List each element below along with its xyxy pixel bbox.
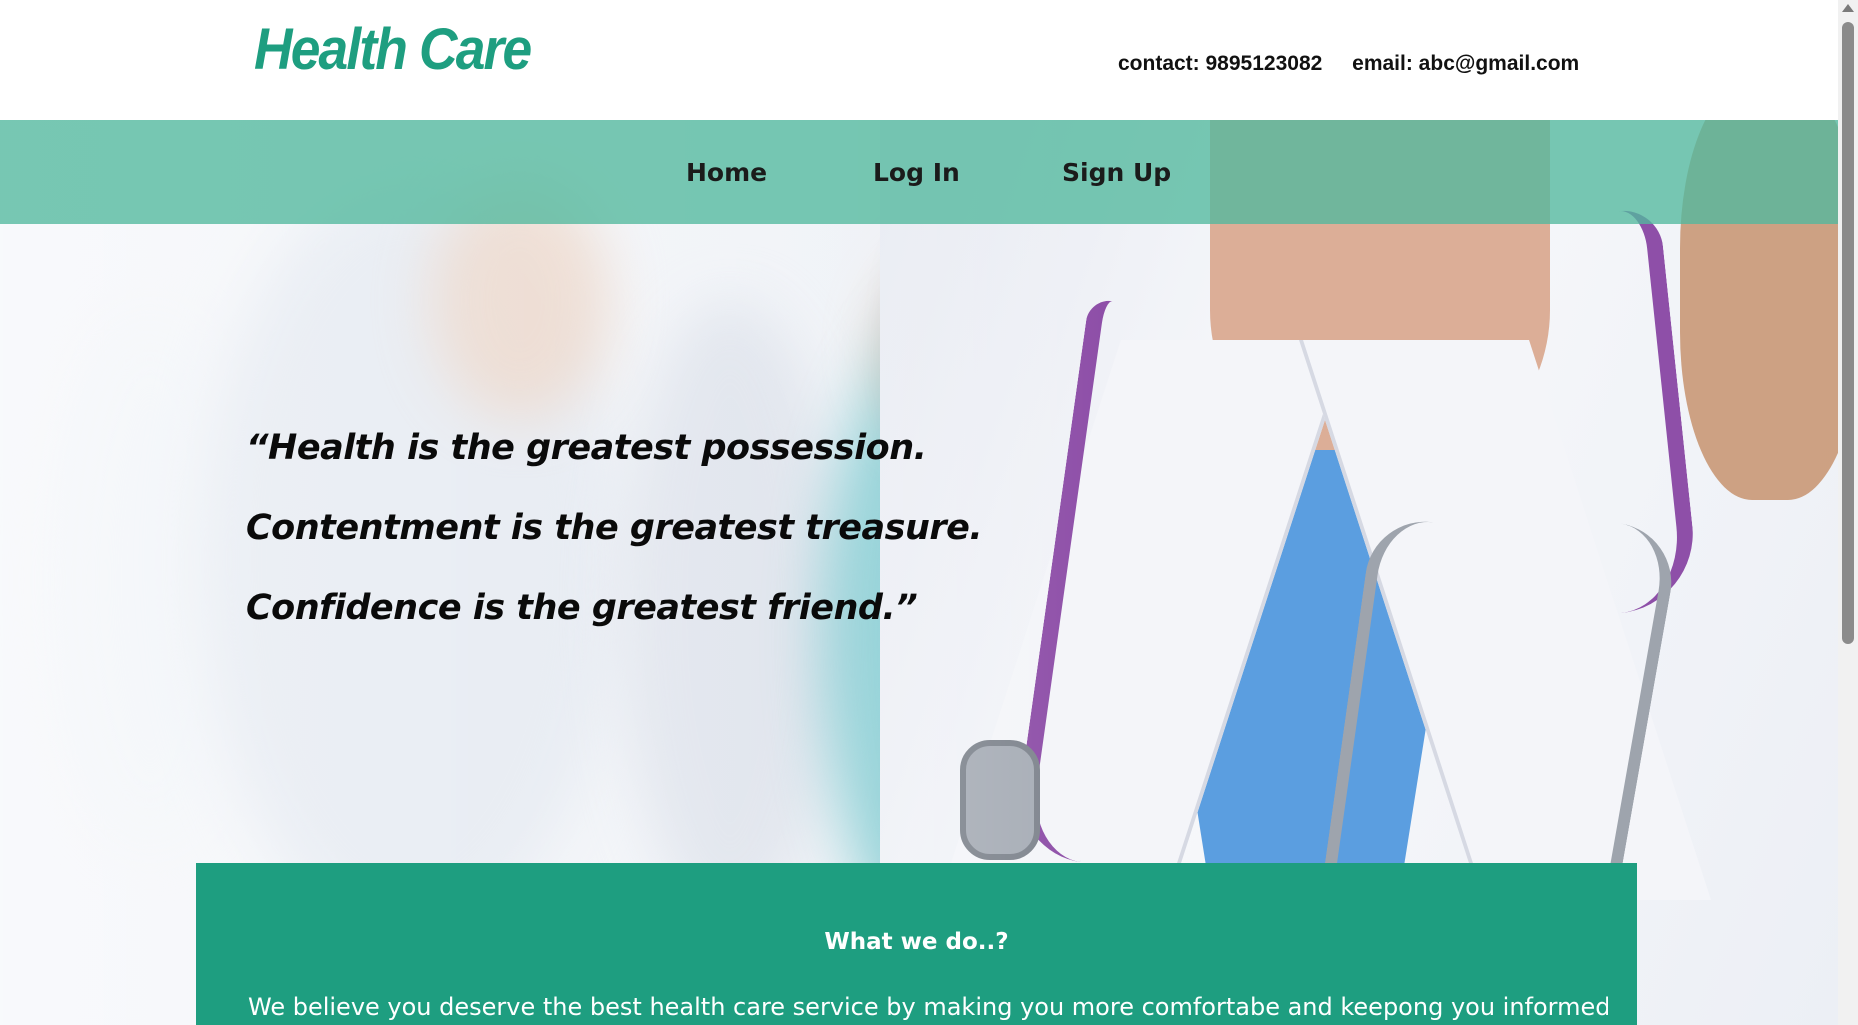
quote-line: “Health is the greatest possession. (246, 428, 927, 468)
contact-info: contact: 9895123082 email: abc@gmail.com (1118, 52, 1603, 76)
nav-home-link[interactable]: Home (686, 158, 767, 187)
page-scrollbar[interactable] (1838, 0, 1858, 1025)
nav-signup-link[interactable]: Sign Up (1062, 158, 1171, 187)
section-text: We believe you deserve the best health c… (248, 993, 1608, 1021)
contact-email: email: abc@gmail.com (1352, 52, 1580, 75)
quote-line: Confidence is the greatest friend.” (246, 588, 918, 628)
site-header: Health Care contact: 9895123082 email: a… (0, 0, 1838, 120)
hero-quote: “Health is the greatest possession. Cont… (246, 408, 983, 648)
quote-line: Contentment is the greatest treasure. (246, 508, 983, 548)
nav-login-link[interactable]: Log In (873, 158, 960, 187)
main-nav: Home Log In Sign Up (0, 120, 1838, 224)
scroll-up-arrow-icon[interactable] (1842, 4, 1854, 12)
what-we-do-section: What we do..? We believe you deserve the… (196, 863, 1637, 1025)
scrollbar-thumb[interactable] (1842, 22, 1854, 644)
site-logo[interactable]: Health Care (254, 16, 532, 83)
section-heading: What we do..? (824, 929, 1009, 955)
contact-phone: contact: 9895123082 (1118, 52, 1323, 75)
